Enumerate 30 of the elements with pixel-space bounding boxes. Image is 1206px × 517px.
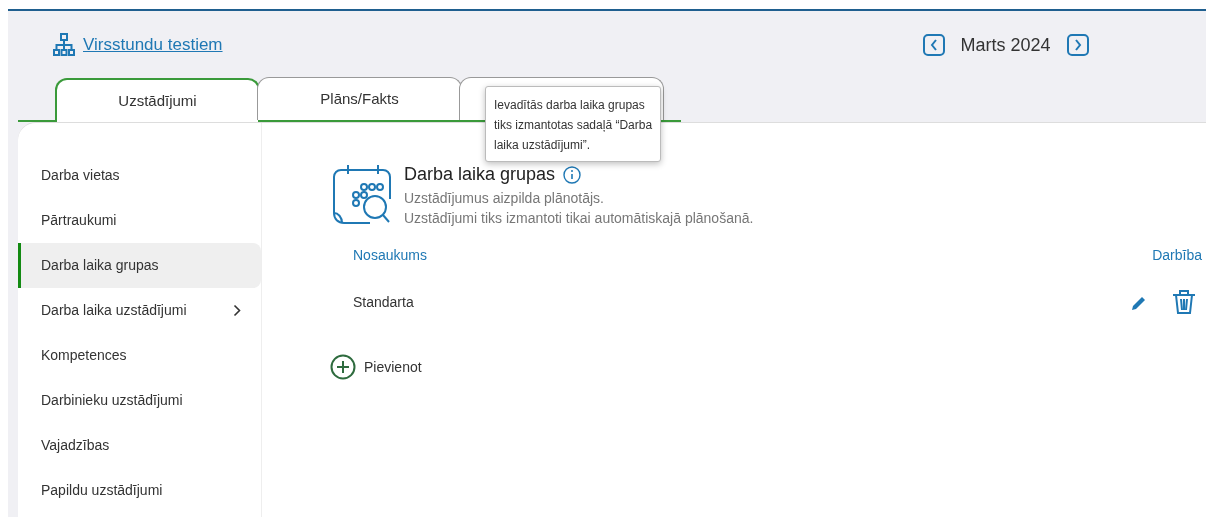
sidebar-item[interactable]: Darba laika grupas — [18, 243, 261, 288]
chevron-right-icon — [233, 304, 241, 317]
chevron-left-icon — [929, 39, 938, 51]
section-subtitle: Uzstādījumi tiks izmantoti tikai automātiskajā plānošanā. — [404, 209, 754, 228]
column-header: Nosaukums — [353, 246, 427, 265]
tab[interactable]: Plāns/Fakts — [257, 77, 462, 120]
delete-button[interactable] — [1172, 289, 1196, 315]
info-icon[interactable] — [563, 165, 582, 184]
chevron-right-icon — [1073, 39, 1082, 51]
sidebar-item[interactable]: Papildu uzstādījumi — [18, 468, 261, 513]
trash-icon — [1172, 289, 1196, 315]
next-month-button[interactable] — [1066, 34, 1089, 56]
breadcrumb-link[interactable]: Virsstundu testiem — [83, 32, 223, 58]
section-title: Darba laika grupas — [404, 163, 556, 186]
hierarchy-icon — [53, 33, 75, 57]
table-cell-text: Standarta — [353, 292, 414, 312]
column-header: Darbība — [1152, 246, 1202, 265]
sidebar-item[interactable]: Darba laika uzstādījumi — [18, 288, 261, 333]
previous-month-button[interactable] — [922, 34, 945, 56]
month-label: Marts 2024 — [960, 33, 1051, 57]
sidebar-item[interactable]: Darba vietas — [18, 153, 261, 198]
add-button[interactable]: Pievienot — [330, 354, 422, 380]
tooltip: Ievadītās darba laika grupas tiks izmantotas sadaļā “Darba laika uzstādījumi”. — [485, 86, 661, 162]
tab[interactable]: Uzstādījumi — [55, 78, 260, 122]
section-subtitle: Uzstādījumus aizpilda plānotājs. — [404, 189, 605, 208]
sidebar-item[interactable]: Pārtraukumi — [18, 198, 261, 243]
sidebar-item[interactable]: Kompetences — [18, 333, 261, 378]
sidebar-item[interactable]: Darbinieku uzstādījumi — [18, 378, 261, 423]
sidebar-item[interactable]: Vajadzības — [18, 423, 261, 468]
plus-circle-icon — [330, 354, 356, 380]
